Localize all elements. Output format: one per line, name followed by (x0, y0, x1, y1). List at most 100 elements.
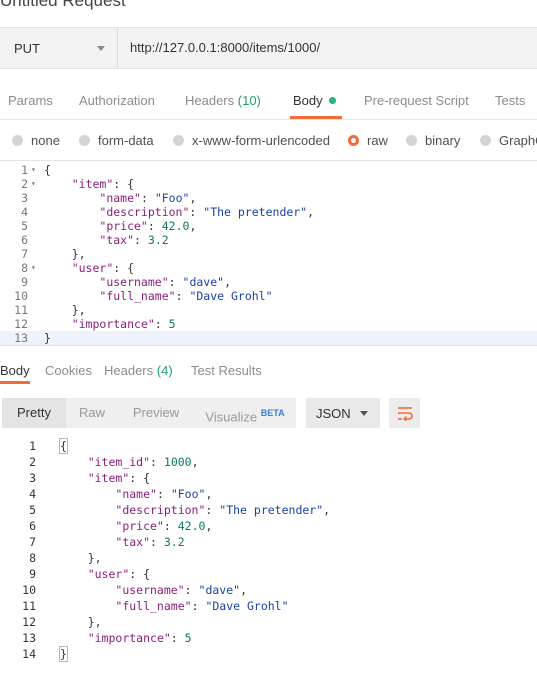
request-code-line: 11 }, (0, 303, 537, 317)
code-text: "tax": 3.2 (115, 535, 185, 549)
code-text: "full_name": "Dave Grohl" (115, 599, 289, 613)
wrap-lines-button[interactable] (389, 398, 420, 428)
line-number: 13 (14, 331, 28, 345)
format-select[interactable]: JSON (306, 398, 380, 428)
line-number: 4 (21, 205, 28, 219)
tab-cookies[interactable]: Cookies (45, 363, 92, 378)
request-body-editor[interactable]: 1 ▾{2 ▾ "item": {3 "name": "Foo", 4 "descri… (0, 160, 537, 346)
line-number: 2 (29, 455, 36, 469)
code-text: "importance": 5 (87, 631, 192, 645)
tab-pre-request-script[interactable]: Pre-request Script (364, 93, 469, 108)
code-text: "user": { (71, 261, 135, 275)
request-code-line: 5 "price": 42.0, (0, 219, 537, 233)
response-tab-indicator (0, 381, 30, 384)
tab-body[interactable]: Body (293, 93, 336, 108)
radio-selected-icon (348, 135, 359, 146)
code-text: "tax": 3.2 (99, 233, 169, 247)
line-number: 9 (29, 567, 36, 581)
code-text: "name": "Foo", (99, 191, 197, 205)
radio-icon (480, 135, 491, 146)
method-value: PUT (14, 40, 40, 56)
code-text: { (59, 438, 68, 454)
tab-authorization[interactable]: Authorization (79, 93, 155, 108)
url-input[interactable]: http://127.0.0.1:8000/items/1000/ (130, 28, 320, 68)
wrap-lines-icon (397, 407, 413, 421)
chevron-down-icon (97, 45, 105, 51)
headers-count: (10) (237, 93, 261, 108)
response-code-line: 14} (0, 646, 537, 662)
radio-icon (12, 135, 23, 146)
tab-headers[interactable]: Headers (10) (185, 93, 261, 108)
fold-toggle-icon[interactable]: ▾ (31, 177, 36, 191)
line-number: 12 (14, 317, 28, 331)
code-text: "full_name": "Dave Grohl" (99, 289, 273, 303)
code-text: "description": "The pretender", (115, 503, 331, 517)
response-code-line: 10 "username": "dave", (0, 582, 537, 598)
request-code-line: 12 "importance": 5 (0, 317, 537, 331)
line-number: 5 (29, 503, 36, 517)
tab-params[interactable]: Params (8, 93, 53, 108)
chevron-down-icon (360, 410, 368, 416)
request-code-line: 7 }, (0, 247, 537, 261)
response-code-line: 8 }, (0, 550, 537, 566)
request-code-line: 8 ▾ "user": { (0, 261, 537, 275)
tab-tests[interactable]: Tests (495, 93, 525, 108)
response-code-line: 2 "item_id": 1000, (0, 454, 537, 470)
radio-x-www-form-urlencoded[interactable]: x-www-form-urlencoded (173, 133, 330, 148)
code-text: "name": "Foo", (115, 487, 213, 501)
line-number: 4 (29, 487, 36, 501)
request-tabs: Params Authorization Headers (10) Body P… (0, 85, 537, 120)
line-number: 3 (29, 471, 36, 485)
tab-response-body[interactable]: Body (0, 363, 30, 378)
radio-form-data[interactable]: form-data (79, 133, 154, 148)
view-visualize-button[interactable]: Visualize BETA (194, 398, 296, 428)
radio-binary[interactable]: binary (406, 133, 460, 148)
line-number: 14 (22, 647, 36, 661)
line-number: 12 (22, 615, 36, 629)
view-preview-button[interactable]: Preview (118, 398, 194, 428)
radio-icon (406, 135, 417, 146)
body-mode-options: none form-data x-www-form-urlencoded raw… (0, 133, 537, 153)
view-pretty-button[interactable]: Pretty (2, 398, 66, 428)
fold-toggle-icon[interactable]: ▾ (31, 261, 36, 275)
line-number: 11 (14, 303, 28, 317)
line-number: 11 (22, 599, 36, 613)
code-text: "item": { (87, 471, 151, 485)
response-code-line: 3 "item": { (0, 470, 537, 486)
code-text: "description": "The pretender", (99, 205, 315, 219)
radio-none[interactable]: none (12, 133, 60, 148)
view-raw-button[interactable]: Raw (66, 398, 118, 428)
response-code-line: 1{ (0, 438, 537, 454)
request-code-line: 1 ▾ { (0, 163, 537, 177)
tab-test-results[interactable]: Test Results (191, 363, 262, 378)
method-select[interactable]: PUT (0, 28, 118, 68)
code-text: }, (71, 247, 86, 261)
line-number: 2 (21, 177, 28, 191)
code-text: "username": "dave", (115, 583, 247, 597)
radio-graphql[interactable]: GraphQL (480, 133, 537, 148)
radio-raw[interactable]: raw (348, 133, 388, 148)
fold-toggle-icon[interactable]: ▾ (31, 163, 36, 177)
active-dot-icon (328, 97, 336, 104)
radio-icon (173, 135, 184, 146)
code-text: "item": { (71, 177, 135, 191)
response-headers-count: (4) (156, 363, 173, 378)
request-code-line: 6 "tax": 3.2 (0, 233, 537, 247)
response-code-line: 13 "importance": 5 (0, 630, 537, 646)
line-number: 10 (14, 289, 28, 303)
response-code-line: 11 "full_name": "Dave Grohl" (0, 598, 537, 614)
request-code-line: 3 "name": "Foo", (0, 191, 537, 205)
format-value: JSON (316, 405, 351, 421)
radio-icon (79, 135, 90, 146)
request-code-line: 10 "full_name": "Dave Grohl" (0, 289, 537, 303)
code-text: "user": { (87, 567, 151, 581)
code-text: } (44, 331, 51, 345)
line-number: 8 (21, 261, 28, 275)
tab-response-headers[interactable]: Headers (4) (104, 363, 173, 378)
response-code-line: 9 "user": { (0, 566, 537, 582)
code-text: }, (71, 303, 86, 317)
code-text: "importance": 5 (71, 317, 176, 331)
code-text: } (59, 646, 68, 662)
response-code-line: 6 "price": 42.0, (0, 518, 537, 534)
request-code-line: 2 ▾ "item": { (0, 177, 537, 191)
